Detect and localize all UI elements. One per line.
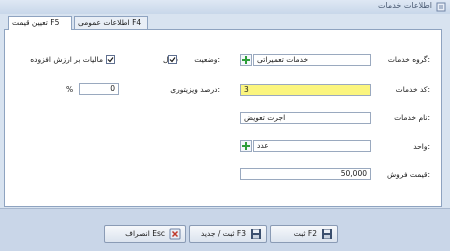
document-icon — [436, 2, 446, 12]
tab-pricing-label: تعیین قیمت F5 — [12, 18, 60, 27]
sale-price-label: قیمت فروش: — [387, 170, 430, 179]
floppy-disk-icon — [250, 228, 262, 240]
button-bar: ثبت F2 ثبت / جدید F3 انصراف Esc — [0, 208, 450, 251]
visitor-percent-field[interactable]: 0 — [79, 83, 119, 95]
window-title: اطلاعات خدمات — [377, 1, 432, 10]
vat-checkbox[interactable] — [106, 55, 115, 64]
tab-pricing[interactable]: تعیین قیمت F5 — [8, 16, 72, 30]
service-group-label: گروه خدمات: — [387, 55, 430, 64]
save-button-label: ثبت F2 — [293, 229, 317, 238]
active-checkbox[interactable] — [168, 55, 177, 64]
plus-icon[interactable] — [240, 54, 252, 66]
service-group-field[interactable]: خدمات تعمیراتی — [253, 54, 371, 66]
tab-general-info-label: اطلاعات عمومی F4 — [78, 18, 142, 27]
form-panel: گروه خدمات: خدمات تعمیراتی وضعیت: فعال م… — [4, 29, 442, 207]
service-info-window: اطلاعات خدمات تعیین قیمت F5 اطلاعات عموم… — [0, 0, 450, 251]
title-bar: اطلاعات خدمات — [0, 0, 450, 14]
plus-icon[interactable] — [240, 140, 252, 152]
tab-strip: تعیین قیمت F5 اطلاعات عمومی F4 — [8, 16, 148, 30]
unit-field[interactable]: عدد — [253, 140, 371, 152]
tab-general-info[interactable]: اطلاعات عمومی F4 — [74, 16, 148, 29]
floppy-disk-icon — [321, 228, 333, 240]
service-code-field[interactable]: 3 — [240, 84, 371, 96]
cancel-button[interactable]: انصراف Esc — [104, 225, 186, 243]
save-new-button[interactable]: ثبت / جدید F3 — [189, 225, 267, 243]
cancel-button-label: انصراف Esc — [125, 229, 165, 238]
service-name-field[interactable]: اجرت تعویض — [240, 112, 371, 124]
service-code-label: کد خدمات: — [395, 85, 430, 94]
cancel-icon — [169, 228, 181, 240]
vat-label: مالیات بر ارزش افزوده — [30, 55, 103, 64]
status-label: وضعیت: — [194, 55, 220, 64]
visitor-percent-label: درصد ویزیتوری: — [170, 85, 220, 94]
save-button[interactable]: ثبت F2 — [270, 225, 338, 243]
service-name-label: نام خدمات: — [394, 113, 430, 122]
sale-price-field[interactable]: 50,000 — [240, 168, 371, 180]
unit-label: واحد: — [413, 142, 430, 151]
percent-sign: % — [66, 85, 74, 94]
save-new-button-label: ثبت / جدید F3 — [200, 229, 246, 238]
